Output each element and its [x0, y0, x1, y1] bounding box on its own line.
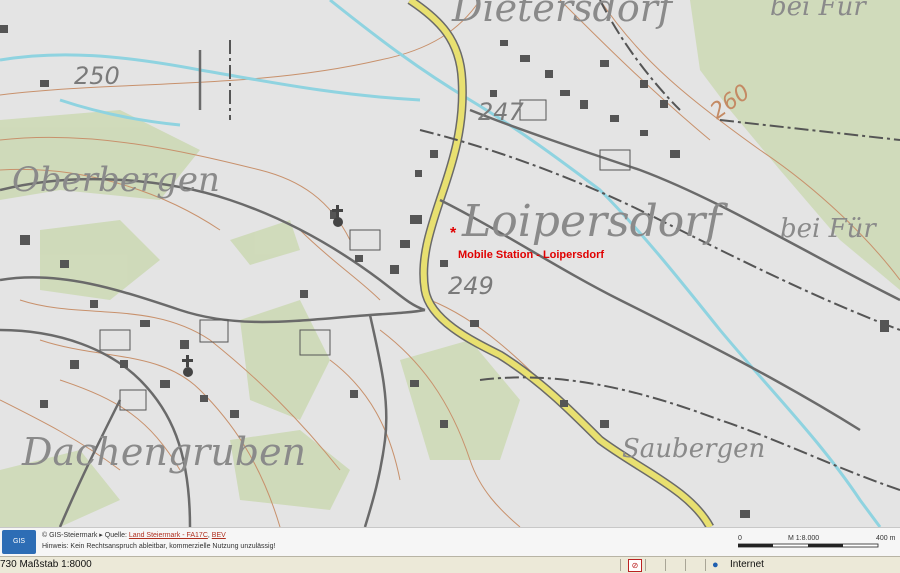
place-oberbergen: Oberbergen [12, 160, 220, 200]
footer-arrow-icon: ▸ [99, 532, 103, 539]
elevation-249: 249 [448, 272, 494, 300]
footer-source-prefix: Quelle: [104, 532, 127, 539]
status-text: 730 Maßstab 1:8000 [0, 559, 92, 570]
scale-mid-label: M 1:8.000 [788, 535, 819, 542]
place-saubergen: Saubergen [622, 434, 766, 464]
place-dachengruben: Dachengruben [22, 430, 307, 474]
elevation-250: 250 [74, 62, 120, 90]
source-link-bev[interactable]: BEV [212, 532, 226, 539]
source-link-fa17c[interactable]: Land Steiermark - FA17C [129, 532, 208, 539]
footer-disclaimer: Hinweis: Kein Rechtsanspruch ableitbar, … [42, 543, 276, 550]
scale-bar: 0 M 1:8.000 400 m [737, 532, 900, 554]
footer-brand: © GIS-Steiermark [42, 532, 98, 539]
place-loipersdorf-suffix: bei Für [780, 214, 876, 244]
status-separator [705, 559, 706, 571]
scale-bar-graphic: 0 M 1:8.000 400 m [737, 535, 896, 548]
browser-status-bar: 730 Maßstab 1:8000 ⊘ ● Internet [0, 556, 900, 573]
footer-source-line: © GIS-Steiermark ▸ Quelle: Land Steierma… [42, 532, 226, 539]
status-separator [685, 559, 686, 571]
scale-right-label: 400 m [876, 535, 896, 542]
gis-logo-icon: GIS [2, 530, 36, 554]
map-view[interactable]: Dietersdorf bei Für Oberbergen Loipersdo… [0, 0, 900, 527]
globe-icon: ● [712, 559, 719, 571]
place-dietersdorf-suffix: bei Für [770, 0, 866, 22]
station-marker-icon[interactable]: * [450, 226, 456, 242]
scale-left-label: 0 [738, 535, 742, 542]
map-footer: GIS © GIS-Steiermark ▸ Quelle: Land Stei… [0, 527, 900, 556]
place-dietersdorf: Dietersdorf [452, 0, 672, 30]
status-separator [645, 559, 646, 571]
popup-blocked-icon[interactable]: ⊘ [628, 559, 642, 572]
elevation-247: 247 [478, 98, 524, 126]
security-zone-text: Internet [730, 559, 764, 570]
status-separator [665, 559, 666, 571]
station-label[interactable]: Mobile Station - Loipersdorf [458, 249, 604, 261]
place-loipersdorf: Loipersdorf [462, 196, 722, 247]
status-separator [620, 559, 621, 571]
